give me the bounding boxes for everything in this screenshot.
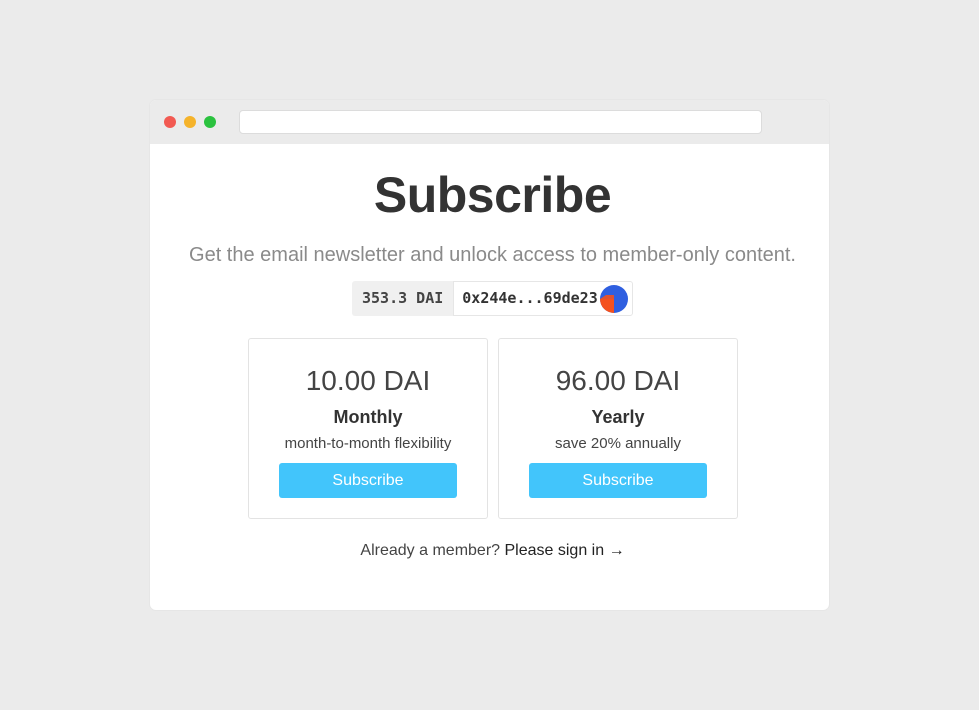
plan-name: Yearly bbox=[591, 407, 645, 427]
address-bar[interactable] bbox=[239, 110, 762, 134]
close-window-icon[interactable] bbox=[164, 116, 176, 128]
signin-prompt-text: Already a member? bbox=[360, 542, 501, 559]
wallet-balance: 353.3 DAI bbox=[352, 281, 454, 316]
maximize-window-icon[interactable] bbox=[204, 116, 216, 128]
plan-name: Monthly bbox=[333, 407, 403, 427]
plan-card-yearly: 96.00 DAI Yearly save 20% annually Subsc… bbox=[498, 338, 738, 519]
browser-titlebar bbox=[150, 100, 829, 144]
signin-prompt: Already a member? Please sign in → bbox=[150, 542, 829, 560]
browser-window: Subscribe Get the email newsletter and u… bbox=[150, 100, 829, 610]
subscribe-monthly-button[interactable]: Subscribe bbox=[279, 463, 457, 498]
subscribe-yearly-button[interactable]: Subscribe bbox=[529, 463, 707, 498]
plan-price: 96.00 DAI bbox=[555, 365, 681, 396]
signin-link[interactable]: Please sign in → bbox=[505, 542, 625, 559]
plan-card-monthly: 10.00 DAI Monthly month-to-month flexibi… bbox=[248, 338, 488, 519]
minimize-window-icon[interactable] bbox=[184, 116, 196, 128]
page-subtitle: Get the email newsletter and unlock acce… bbox=[189, 244, 796, 266]
wallet-address[interactable]: 0x244e...69de23 bbox=[453, 281, 633, 316]
page-content: Subscribe Get the email newsletter and u… bbox=[150, 144, 829, 610]
identicon-avatar-icon bbox=[599, 285, 628, 313]
plan-description: month-to-month flexibility bbox=[284, 435, 452, 452]
wallet-address-text: 0x244e...69de23 bbox=[462, 289, 598, 307]
plan-price: 10.00 DAI bbox=[305, 365, 431, 396]
wallet-widget[interactable]: 353.3 DAI 0x244e...69de23 bbox=[352, 281, 633, 316]
page-title: Subscribe bbox=[373, 167, 612, 223]
plan-description: save 20% annually bbox=[555, 435, 681, 452]
